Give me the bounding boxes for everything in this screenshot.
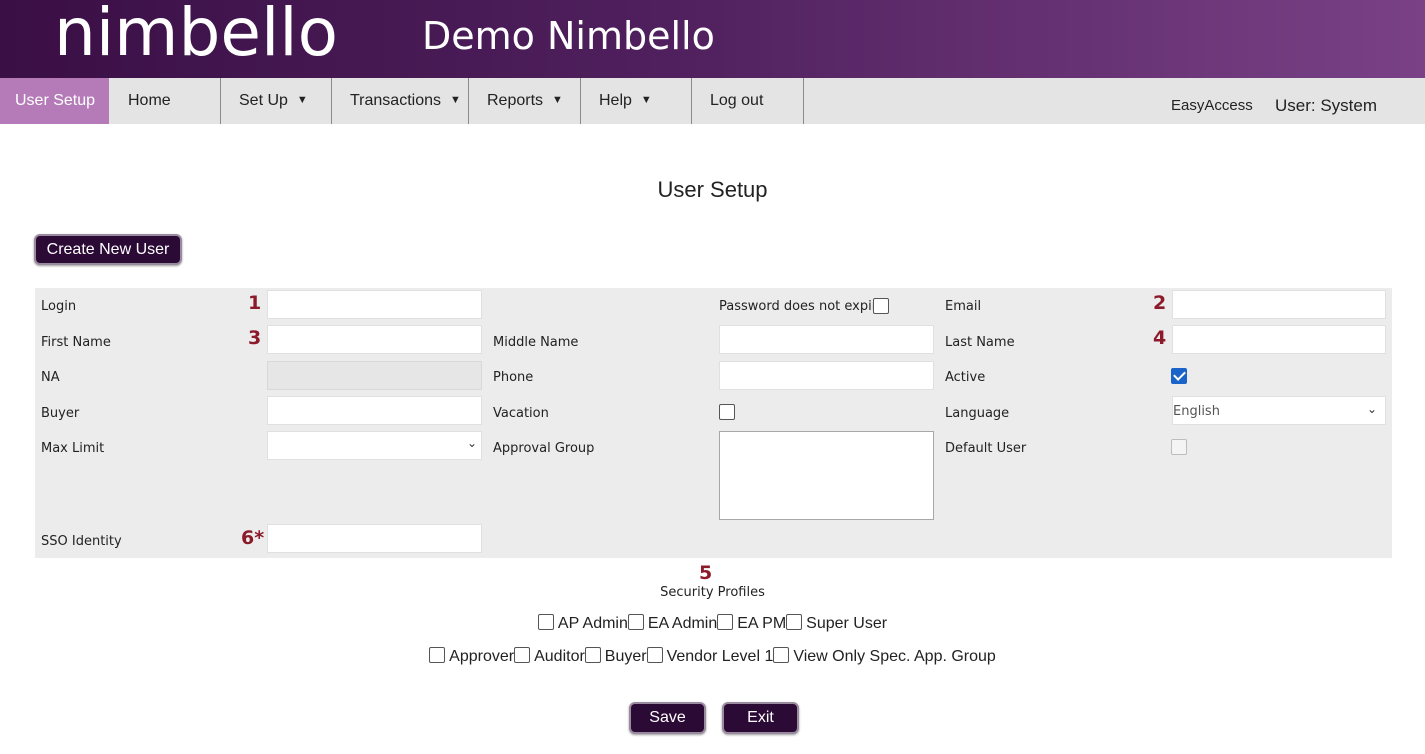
approval-group-listbox[interactable]: [719, 431, 934, 520]
profile-ea-admin[interactable]: EA Admin: [627, 614, 718, 633]
max-limit-select[interactable]: ⌄: [267, 431, 482, 460]
language-select[interactable]: English ⌄: [1172, 396, 1386, 425]
phone-input[interactable]: [719, 361, 934, 390]
nav-user-setup[interactable]: User Setup: [0, 78, 109, 124]
profile-label: AP Admin: [557, 615, 628, 632]
default-user-checkbox: [1171, 439, 1187, 455]
profile-checkbox[interactable]: [537, 614, 554, 630]
profile-label: Auditor: [534, 648, 585, 665]
caret-down-icon: ▼: [450, 94, 461, 106]
annotation-1: 1: [248, 292, 262, 314]
nav-home[interactable]: Home: [109, 78, 221, 124]
annotation-5: 5: [699, 562, 713, 584]
nav-label: Help: [599, 92, 632, 109]
profile-buyer[interactable]: Buyer: [584, 647, 647, 666]
email-label: Email: [945, 299, 982, 314]
profile-ap-admin[interactable]: AP Admin: [537, 614, 628, 633]
sso-identity-input[interactable]: [267, 524, 482, 553]
annotation-3: 3: [248, 327, 262, 349]
profile-super-user[interactable]: Super User: [786, 614, 887, 633]
caret-down-icon: ▼: [296, 94, 308, 106]
chevron-down-icon: ⌄: [1366, 402, 1377, 416]
main-nav: User Setup Home Set Up ▼ Transactions ▼ Re…: [0, 78, 1425, 124]
annotation-2: 2: [1153, 292, 1167, 314]
caret-down-icon: ▼: [640, 94, 652, 106]
phone-label: Phone: [493, 370, 534, 385]
profile-label: Super User: [806, 615, 888, 632]
annotation-6: 6*: [241, 527, 265, 549]
nav-help[interactable]: Help ▼: [581, 78, 692, 124]
nimbello-logo: nimbello: [54, 0, 339, 71]
profile-checkbox[interactable]: [514, 647, 531, 663]
na-label: NA: [41, 370, 60, 385]
profile-label: EA Admin: [647, 615, 718, 632]
profile-approver[interactable]: Approver: [429, 647, 514, 666]
profile-view-only-spec-app-group[interactable]: View Only Spec. App. Group: [773, 647, 996, 666]
login-input[interactable]: [267, 290, 482, 319]
first-name-input[interactable]: [267, 325, 482, 354]
nav-reports[interactable]: Reports ▼: [469, 78, 581, 124]
caret-down-icon: ▼: [552, 94, 563, 106]
current-user: User: System: [1275, 96, 1378, 115]
create-new-user-button[interactable]: Create New User: [34, 234, 182, 265]
language-label: Language: [945, 406, 1010, 421]
profile-checkbox[interactable]: [584, 647, 601, 663]
nav-label: Home: [128, 92, 171, 109]
nav-log-out[interactable]: Log out: [692, 78, 804, 124]
password-expire-checkbox[interactable]: [873, 298, 889, 314]
middle-name-input[interactable]: [719, 325, 934, 354]
nav-set-up[interactable]: Set Up ▼: [221, 78, 332, 124]
profile-label: EA PM: [737, 615, 787, 632]
middle-name-label: Middle Name: [493, 335, 579, 350]
security-profiles-row-2: Approver Auditor Buyer Vendor Level 1 View O…: [0, 647, 1425, 669]
profile-label: Vendor Level 1: [666, 648, 774, 665]
language-selected-value: English: [1173, 404, 1220, 419]
easyaccess-link[interactable]: EasyAccess: [1171, 78, 1253, 124]
vacation-checkbox[interactable]: [719, 404, 735, 420]
app-title: Demo Nimbello: [422, 14, 715, 58]
password-expire-label: Password does not expire: [719, 299, 885, 314]
profile-checkbox[interactable]: [786, 614, 803, 630]
profile-label: View Only Spec. App. Group: [793, 648, 996, 665]
security-profiles-title: Security Profiles: [660, 585, 765, 600]
nav-label: User Setup: [15, 92, 96, 109]
nav-label: Log out: [710, 92, 764, 109]
approval-group-label: Approval Group: [493, 441, 595, 456]
profile-vendor-level-1[interactable]: Vendor Level 1: [646, 647, 774, 666]
active-label: Active: [945, 370, 986, 385]
chevron-down-icon: ⌄: [466, 436, 477, 450]
default-user-label: Default User: [945, 441, 1027, 456]
last-name-input[interactable]: [1172, 325, 1386, 354]
profile-ea-pm[interactable]: EA PM: [717, 614, 786, 633]
annotation-4: 4: [1153, 327, 1167, 349]
login-label: Login: [41, 299, 77, 314]
security-profiles-row-1: AP Admin EA Admin EA PM Super User: [0, 614, 1425, 636]
vacation-label: Vacation: [493, 406, 549, 421]
save-button[interactable]: Save: [629, 702, 706, 734]
sso-identity-label: SSO Identity: [41, 534, 122, 549]
app-header: nimbello Demo Nimbello: [0, 0, 1425, 78]
profile-checkbox[interactable]: [717, 614, 734, 630]
last-name-label: Last Name: [945, 335, 1015, 350]
profile-checkbox[interactable]: [627, 614, 644, 630]
profile-label: Buyer: [604, 648, 647, 665]
profile-checkbox[interactable]: [646, 647, 663, 663]
buyer-label: Buyer: [41, 406, 80, 421]
active-checkbox[interactable]: [1171, 368, 1187, 384]
profile-auditor[interactable]: Auditor: [514, 647, 585, 666]
email-input[interactable]: [1172, 290, 1386, 319]
na-input: [267, 361, 482, 390]
first-name-label: First Name: [41, 335, 111, 350]
profile-checkbox[interactable]: [429, 647, 446, 663]
page-title: User Setup: [657, 177, 768, 202]
max-limit-label: Max Limit: [41, 441, 105, 456]
nav-label: Set Up: [239, 92, 288, 109]
profile-checkbox[interactable]: [773, 647, 790, 663]
profile-label: Approver: [449, 648, 515, 665]
exit-button[interactable]: Exit: [722, 702, 799, 734]
nav-label: Reports: [487, 92, 544, 109]
nav-label: Transactions: [350, 92, 441, 109]
nav-transactions[interactable]: Transactions ▼: [332, 78, 469, 124]
buyer-input[interactable]: [267, 396, 482, 425]
